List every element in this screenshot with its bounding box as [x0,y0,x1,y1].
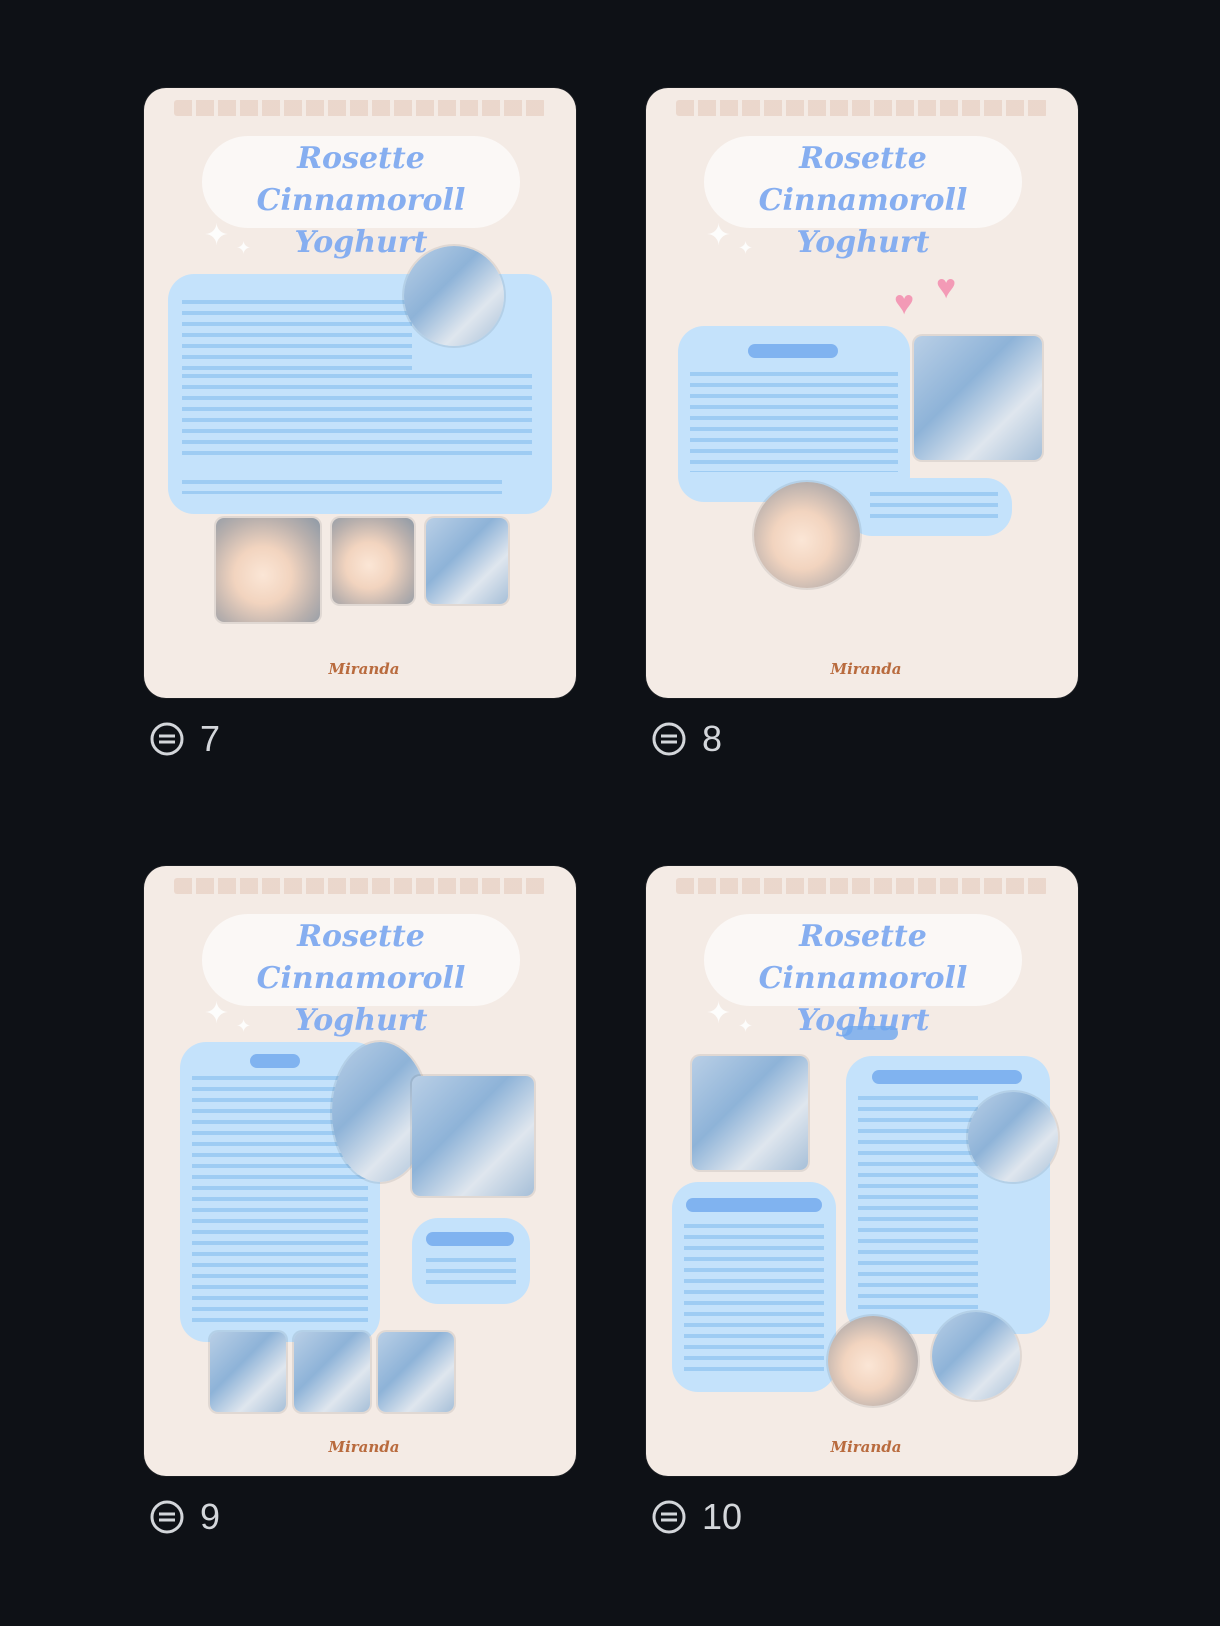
panel-heading [872,1070,1022,1084]
sparkle-icon: ✦ [738,238,754,258]
photo [210,1332,286,1412]
photo-circle [932,1312,1020,1400]
text-block [690,372,898,472]
heart-icon: ♥ [894,284,915,322]
page-thumbnail-9[interactable]: Rosette Cinnamoroll Yoghurt ✦ ✦ Miranda [144,866,576,1476]
signature-logo: Miranda [328,1438,400,1456]
comment-button-9[interactable]: 9 [148,1494,220,1540]
text-block [684,1224,824,1374]
page-slot-9: Rosette Cinnamoroll Yoghurt ✦ ✦ Miranda [144,866,576,1537]
signature-logo: Miranda [830,1438,902,1456]
header-text-line [676,100,1048,116]
photo [412,1076,534,1196]
page-slot-10: Rosette Cinnamoroll Yoghurt ✦ ✦ Miranda [646,866,1078,1537]
page-thumbnail-8[interactable]: Rosette Cinnamoroll Yoghurt ✦ ✦ ♥ ♥ Mira… [646,88,1078,698]
sparkle-icon: ✦ [236,238,252,258]
note-panel [412,1218,530,1304]
photo [378,1332,454,1412]
sparkle-icon: ✦ [706,219,732,252]
photo [294,1332,370,1412]
heart-icon: ♥ [936,268,957,306]
header-text-line [174,100,546,116]
page-number: 7 [200,718,221,759]
panel-heading [748,344,838,358]
photo [426,518,508,604]
text-block [858,1096,978,1316]
page-slot-7: Rosette Cinnamoroll Yoghurt ✦ ✦ Miranda … [144,88,576,759]
sparkle-icon: ✦ [738,1016,754,1036]
signature-logo: Miranda [830,660,902,678]
header-text-line [676,878,1048,894]
sparkle-icon: ✦ [236,1016,252,1036]
photo [692,1056,808,1170]
photo-circle [968,1092,1058,1182]
text-block [182,300,412,370]
panel-heading [842,1026,898,1040]
page-thumbnail-grid: Rosette Cinnamoroll Yoghurt ✦ ✦ Miranda … [0,0,1220,1626]
comment-button-7[interactable]: 7 [148,716,220,762]
signature-logo: Miranda [328,660,400,678]
comment-icon [150,1500,184,1534]
text-block [426,1258,516,1290]
panel-heading [250,1054,300,1068]
comment-icon [652,722,686,756]
sparkle-icon: ✦ [204,219,230,252]
sparkle-icon: ✦ [706,997,732,1030]
page-number: 10 [702,1496,743,1537]
text-block [870,492,998,524]
page-number: 9 [200,1496,221,1537]
photo-circle [404,246,504,346]
panel-heading [426,1232,514,1246]
comment-icon [652,1500,686,1534]
photo [332,518,414,604]
text-block [182,480,502,494]
photo [216,518,320,622]
comment-button-8[interactable]: 8 [650,716,722,762]
panel-heading [686,1198,822,1212]
instructions-panel [678,326,910,502]
page-number: 8 [702,718,723,759]
comment-button-10[interactable]: 10 [650,1494,742,1540]
text-block [182,374,532,462]
photo [914,336,1042,460]
note-panel [846,478,1012,536]
page-slot-8: Rosette Cinnamoroll Yoghurt ✦ ✦ ♥ ♥ Mira… [646,88,1078,759]
photo-circle [754,482,860,588]
note-panel [672,1182,836,1392]
page-thumbnail-7[interactable]: Rosette Cinnamoroll Yoghurt ✦ ✦ Miranda [144,88,576,698]
photo-circle [828,1316,918,1406]
header-text-line [174,878,546,894]
comment-icon [150,722,184,756]
page-thumbnail-10[interactable]: Rosette Cinnamoroll Yoghurt ✦ ✦ Miranda [646,866,1078,1476]
sparkle-icon: ✦ [204,997,230,1030]
